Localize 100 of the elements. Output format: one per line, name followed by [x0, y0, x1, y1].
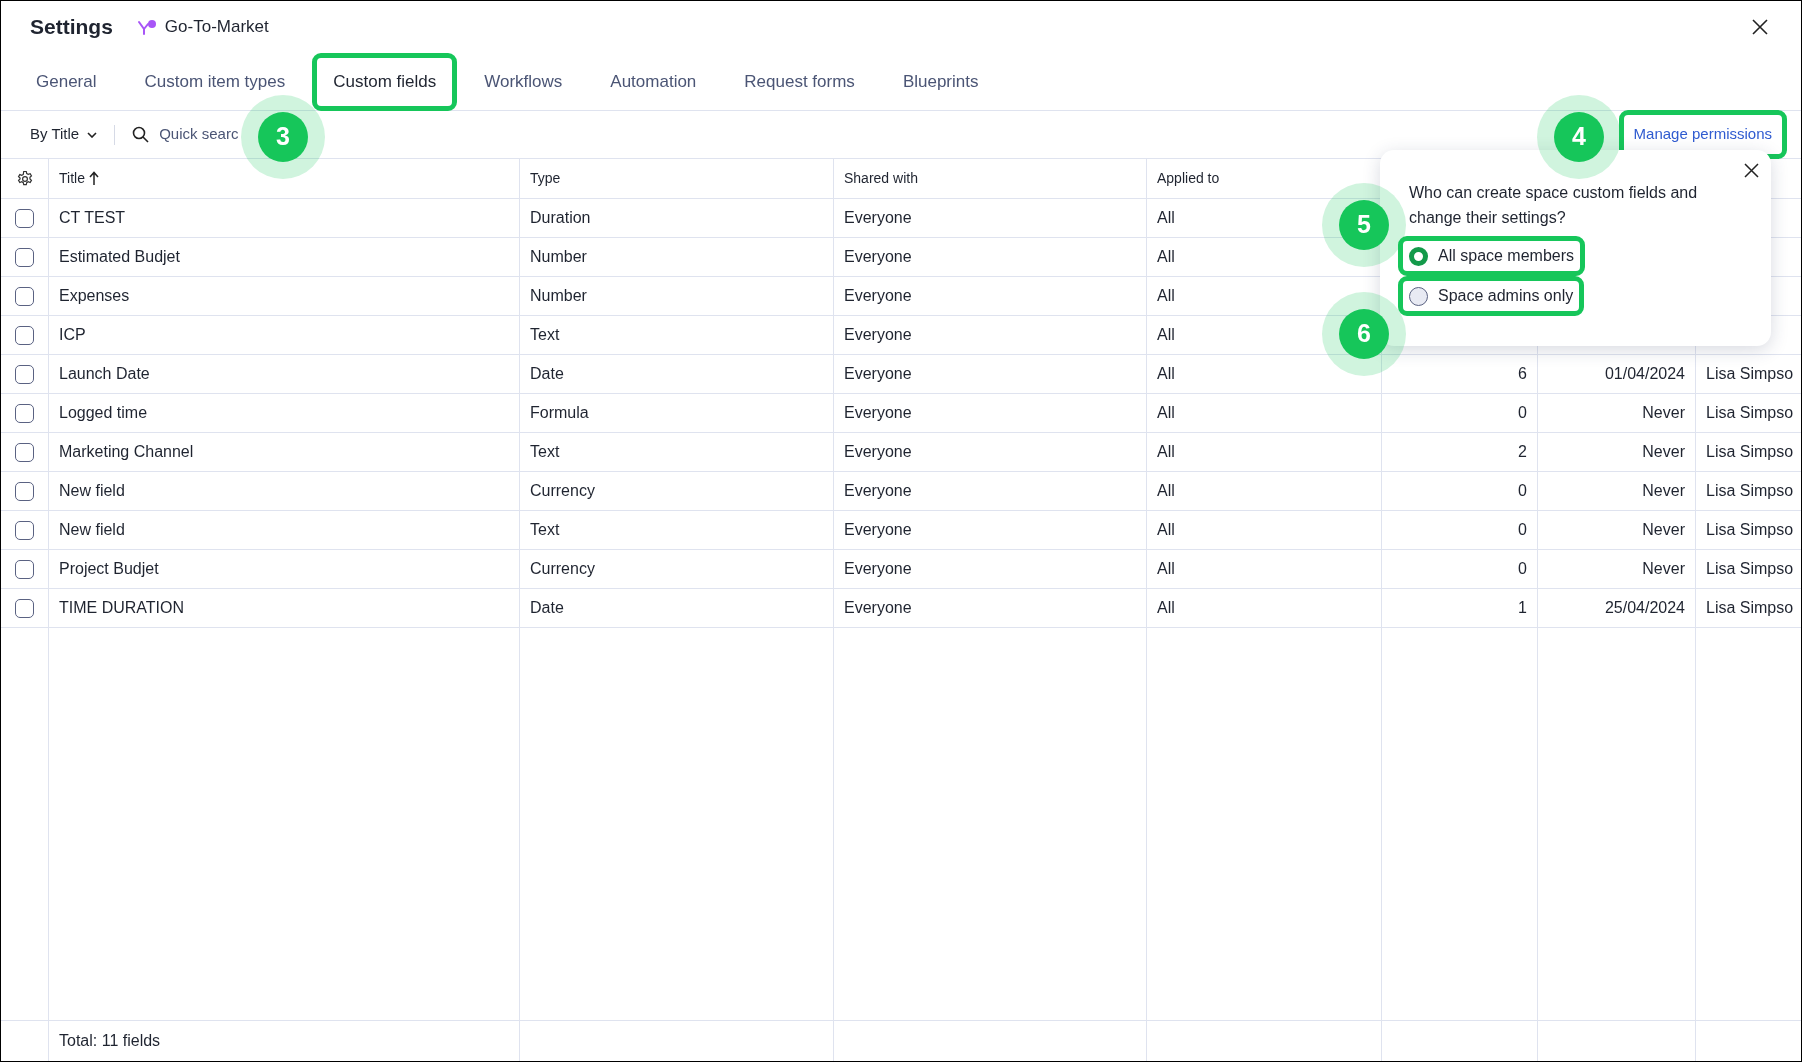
tab[interactable]: Workflows: [463, 52, 584, 111]
row-checkbox[interactable]: [15, 481, 34, 501]
table-cell-text: ICP: [59, 325, 86, 345]
table-cell-text: Never: [1642, 520, 1685, 540]
table-cell-text: Everyone: [844, 559, 912, 579]
table-cell-text: Text: [530, 442, 560, 462]
column-header[interactable]: Applied to: [1157, 168, 1220, 189]
close-button[interactable]: [1741, 160, 1761, 180]
table-cell-text: Expenses: [59, 286, 130, 306]
column-header[interactable]: Shared with: [844, 168, 918, 189]
window-title: Settings: [30, 14, 113, 41]
table-cell-text: Everyone: [844, 481, 912, 501]
table-cell-text: Everyone: [844, 442, 912, 462]
radio-option[interactable]: All space members: [1398, 236, 1586, 276]
tab[interactable]: Automation: [589, 52, 718, 111]
table-cell-text: CT TEST: [59, 208, 126, 228]
table-cell-text: Lisa Simpso: [1706, 520, 1794, 540]
total-count: Total: 11 fields: [59, 1031, 161, 1051]
table-cell-text: All: [1157, 247, 1175, 267]
table-cell-text: 0: [1518, 403, 1527, 423]
table-cell-text: Launch Date: [59, 364, 150, 384]
table-cell-text: Marketing Channel: [59, 442, 194, 462]
table-cell-text: All: [1157, 325, 1175, 345]
table-cell-text: New field: [59, 481, 125, 501]
table-cell-text: All: [1157, 208, 1175, 228]
row-checkbox[interactable]: [15, 559, 34, 579]
tab[interactable]: Blueprints: [881, 52, 1000, 111]
search-icon: [132, 126, 150, 143]
table-cell-text: Duration: [530, 208, 591, 228]
table-cell-text: Never: [1642, 559, 1685, 579]
step-number-badge: 3: [241, 95, 325, 179]
table-cell-text: Project Budjet: [59, 559, 159, 579]
column-header[interactable]: Title: [59, 168, 85, 189]
table-cell-text: Estimated Budjet: [59, 247, 180, 267]
row-checkbox[interactable]: [15, 325, 34, 345]
tab[interactable]: Custom fields: [312, 52, 458, 111]
table-cell-text: Everyone: [844, 520, 912, 540]
table-cell-text: All: [1157, 286, 1175, 306]
chevron-down-icon: [87, 131, 98, 138]
close-icon: [1752, 19, 1768, 35]
table-cell-text: TIME DURATION: [59, 598, 185, 618]
table-cell-text: Currency: [530, 481, 595, 501]
table-cell-text: Lisa Simpso: [1706, 403, 1794, 423]
tab[interactable]: General: [15, 52, 118, 111]
table-cell-text: Everyone: [844, 598, 912, 618]
table-cell-text: All: [1157, 442, 1175, 462]
table-cell-text: Everyone: [844, 286, 912, 306]
space-name: Go-To-Market: [164, 16, 269, 39]
table-cell-text: Never: [1642, 442, 1685, 462]
table-cell-text: 25/04/2024: [1604, 598, 1685, 618]
table-cell-text: Date: [530, 364, 564, 384]
table-cell-text: 6: [1518, 364, 1527, 384]
table-cell-text: All: [1157, 598, 1175, 618]
tab[interactable]: Request forms: [723, 52, 876, 111]
table-cell-text: All: [1157, 403, 1175, 423]
table-cell-text: All: [1157, 481, 1175, 501]
sort-dropdown[interactable]: By Title: [30, 123, 98, 146]
row-checkbox[interactable]: [15, 208, 34, 228]
radio-button[interactable]: [1409, 246, 1428, 266]
table-cell-text: Date: [530, 598, 564, 618]
table-cell-text: 01/04/2024: [1604, 364, 1685, 384]
table-cell-text: Logged time: [59, 403, 148, 423]
row-checkbox[interactable]: [15, 247, 34, 267]
radio-button[interactable]: [1409, 286, 1428, 306]
table-cell-text: All: [1157, 559, 1175, 579]
table-cell-text: New field: [59, 520, 125, 540]
table-cell-text: Lisa Simpso: [1706, 364, 1794, 384]
table-cell-text: Number: [530, 286, 587, 306]
space-logo-icon: [136, 19, 157, 35]
step-number-badge: 6: [1322, 292, 1406, 376]
row-checkbox[interactable]: [15, 364, 34, 384]
table-cell-text: Formula: [530, 403, 589, 423]
table-cell-text: Currency: [530, 559, 595, 579]
table-cell-text: Everyone: [844, 208, 912, 228]
step-number-badge: 4: [1537, 95, 1621, 179]
table-cell-text: Lisa Simpso: [1706, 442, 1794, 462]
table-cell-text: Everyone: [844, 364, 912, 384]
table-cell-text: 2: [1518, 442, 1527, 462]
table-cell-text: Number: [530, 247, 587, 267]
table-cell-text: 0: [1518, 559, 1527, 579]
radio-option[interactable]: Space admins only: [1398, 276, 1585, 316]
row-checkbox[interactable]: [15, 598, 34, 618]
table-cell-text: Everyone: [844, 325, 912, 345]
close-icon: [1743, 162, 1759, 178]
popover-question: Who can create space custom fields and change their settings?: [1409, 183, 1699, 228]
settings-icon[interactable]: [15, 169, 34, 188]
table-cell-text: Everyone: [844, 403, 912, 423]
table-cell-text: Text: [530, 325, 560, 345]
table-cell-text: All: [1157, 364, 1175, 384]
table-cell-text: Lisa Simpso: [1706, 559, 1794, 579]
row-checkbox[interactable]: [15, 520, 34, 540]
column-header[interactable]: Type: [530, 168, 561, 189]
row-checkbox[interactable]: [15, 286, 34, 306]
table-cell-text: Text: [530, 520, 560, 540]
row-checkbox[interactable]: [15, 442, 34, 462]
table-cell-text: 0: [1518, 520, 1527, 540]
table-cell-text: Never: [1642, 403, 1685, 423]
row-checkbox[interactable]: [15, 403, 34, 423]
table-cell-text: All: [1157, 520, 1175, 540]
step-number-badge: 5: [1322, 183, 1406, 267]
